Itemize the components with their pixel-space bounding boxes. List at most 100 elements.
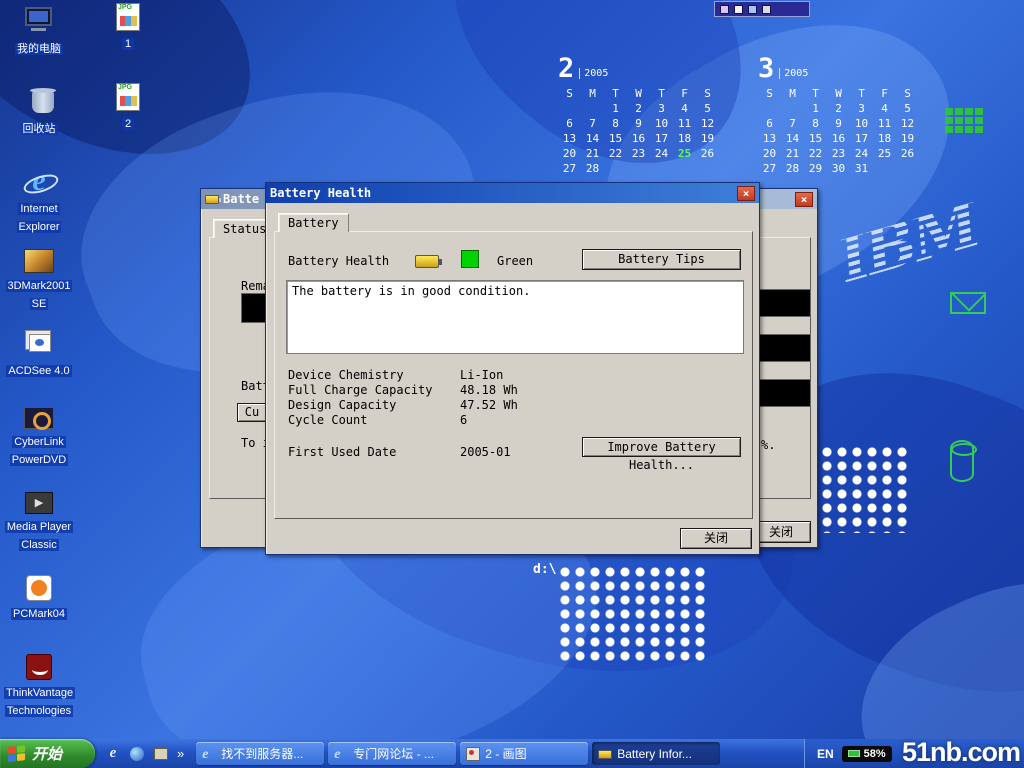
task-label: 专门网论坛 - ... [353, 745, 434, 762]
calendar-day [558, 101, 581, 116]
battery-percent: 58% [864, 748, 886, 760]
toolbar-icon-2[interactable] [734, 5, 743, 14]
toolbar-icon-3[interactable] [748, 5, 757, 14]
chevron-more-icon[interactable] [177, 746, 184, 761]
calendar-day: 22 [804, 146, 827, 161]
calendar-day: 21 [781, 146, 804, 161]
pcmark-icon [26, 575, 52, 601]
desktop-icon-internet-explorer[interactable]: Internet Explorer [4, 166, 74, 235]
field-value: 2005-01 [460, 445, 511, 459]
battery-tray-indicator[interactable]: 58% [842, 746, 892, 762]
calendar-day: 17 [850, 131, 873, 146]
drive-label: d:\ [533, 562, 556, 577]
close-icon[interactable] [795, 192, 813, 207]
desktop-file-2[interactable]: 2 [98, 83, 158, 132]
taskbar-task-server-not-found[interactable]: 找不到服务器... [196, 742, 324, 765]
battery-health-label: Battery Health [288, 254, 389, 268]
calendar-day: 2 [827, 101, 850, 116]
desktop-icon-media-player-classic[interactable]: Media Player Classic [4, 488, 74, 553]
quick-launch-media-icon[interactable] [130, 747, 144, 761]
calendar-title: 2 2005 [558, 56, 719, 82]
3dmark-icon [24, 249, 54, 273]
calendar-day: 31 [850, 161, 873, 176]
field-row: Design Capacity47.52 Wh [288, 394, 518, 409]
calendar-day: 30 [827, 161, 850, 176]
condition-textbox: The battery is in good condition. [286, 280, 744, 354]
desktop-icon-pcmark04[interactable]: PCMark04 [4, 573, 74, 622]
calendar-day: 7 [781, 116, 804, 131]
file-label: 1 [122, 38, 134, 50]
calendar-day: 13 [558, 131, 581, 146]
battery-window-icon [205, 195, 219, 204]
start-button-label: 开始 [32, 743, 62, 764]
calendar-day [758, 101, 781, 116]
desktop-icon-acdsee[interactable]: ACDSee 4.0 [4, 328, 74, 379]
desktop: 2 2005 SMTWTFS12345678910111213141516171… [0, 0, 1024, 768]
close-icon[interactable] [737, 186, 755, 201]
show-desktop-icon[interactable] [154, 748, 168, 760]
desktop-icon-powerdvd[interactable]: CyberLink PowerDVD [4, 403, 74, 468]
calendar-day-header: S [696, 86, 719, 101]
taskbar-task-battery-information[interactable]: Battery Infor... [592, 742, 720, 765]
field-value: 47.52 Wh [460, 398, 518, 412]
battery-level-icon [415, 255, 439, 268]
quick-launch-bar: e [95, 739, 194, 768]
calendar-month: 3 [758, 56, 774, 82]
calendar-day: 10 [650, 116, 673, 131]
toolbar-icon-1[interactable] [720, 5, 729, 14]
taskbar-task-paint[interactable]: 2 - 画图 [460, 742, 588, 765]
calendar-title: 3 2005 [758, 56, 919, 82]
battery-health-window[interactable]: Battery Health Battery Battery Health Gr… [265, 182, 760, 555]
desktop-file-1[interactable]: 1 [98, 3, 158, 52]
calendar-day-header: S [558, 86, 581, 101]
calendar-day [673, 161, 696, 176]
close-button[interactable]: 关闭 [751, 521, 811, 543]
close-button[interactable]: 关闭 [680, 528, 752, 549]
media-player-classic-icon [25, 492, 53, 514]
task-label: Battery Infor... [617, 747, 692, 761]
tab-battery[interactable]: Battery [278, 213, 349, 232]
battery-detail-fields: Device ChemistryLi-Ion Full Charge Capac… [288, 364, 518, 424]
desktop-icon-thinkvantage[interactable]: ThinkVantage Technologies [4, 652, 74, 719]
calendar-day: 8 [604, 116, 627, 131]
taskbar-task-forum[interactable]: 专门网论坛 - ... [328, 742, 456, 765]
desktop-icon-label: CyberLink PowerDVD [10, 436, 68, 466]
calendar-day: 27 [558, 161, 581, 176]
desktop-icon-my-computer[interactable]: 我的电脑 [4, 6, 74, 57]
calendar-day: 16 [627, 131, 650, 146]
calendar-day: 3 [650, 101, 673, 116]
calendar-day: 26 [896, 146, 919, 161]
calendar-day [650, 161, 673, 176]
field-row: Full Charge Capacity48.18 Wh [288, 379, 518, 394]
calendar-day-header: T [850, 86, 873, 101]
battery-health-titlebar[interactable]: Battery Health [266, 183, 759, 203]
file-label: 2 [122, 118, 134, 130]
calendar-day: 26 [696, 146, 719, 161]
calendar-day: 27 [758, 161, 781, 176]
watermark: 51nb.com [902, 737, 1020, 768]
calendar-day: 24 [650, 146, 673, 161]
internet-explorer-icon [202, 747, 216, 761]
calendar-day: 4 [673, 101, 696, 116]
calendar-day: 4 [873, 101, 896, 116]
remaining-gauge [241, 293, 267, 323]
current-button-fragment[interactable]: Cu [237, 403, 267, 422]
envelope-icon [950, 292, 986, 314]
calendar-day: 3 [850, 101, 873, 116]
calendar-day-header: M [581, 86, 604, 101]
battery-tab-panel: Battery Health Green Battery Tips The ba… [274, 231, 753, 519]
improve-battery-health-button[interactable]: Improve Battery Health... [582, 437, 741, 457]
desktop-icon-label: PCMark04 [11, 608, 67, 620]
quick-launch-ie-icon[interactable]: e [105, 746, 121, 762]
calendar-day: 5 [896, 101, 919, 116]
desktop-icon-3dmark2001[interactable]: 3DMark2001 SE [4, 246, 74, 312]
battery-tips-button[interactable]: Battery Tips [582, 249, 741, 270]
calendar-year: 2005 [579, 68, 608, 79]
calendar-day: 21 [581, 146, 604, 161]
toolbar-icon-4[interactable] [762, 5, 771, 14]
desktop-icon-recycle-bin[interactable]: 回收站 [4, 86, 74, 137]
floating-toolbar[interactable] [714, 1, 810, 17]
jpg-file-icon [116, 3, 140, 31]
start-button[interactable]: 开始 [0, 739, 95, 768]
language-indicator[interactable]: EN [817, 747, 834, 761]
